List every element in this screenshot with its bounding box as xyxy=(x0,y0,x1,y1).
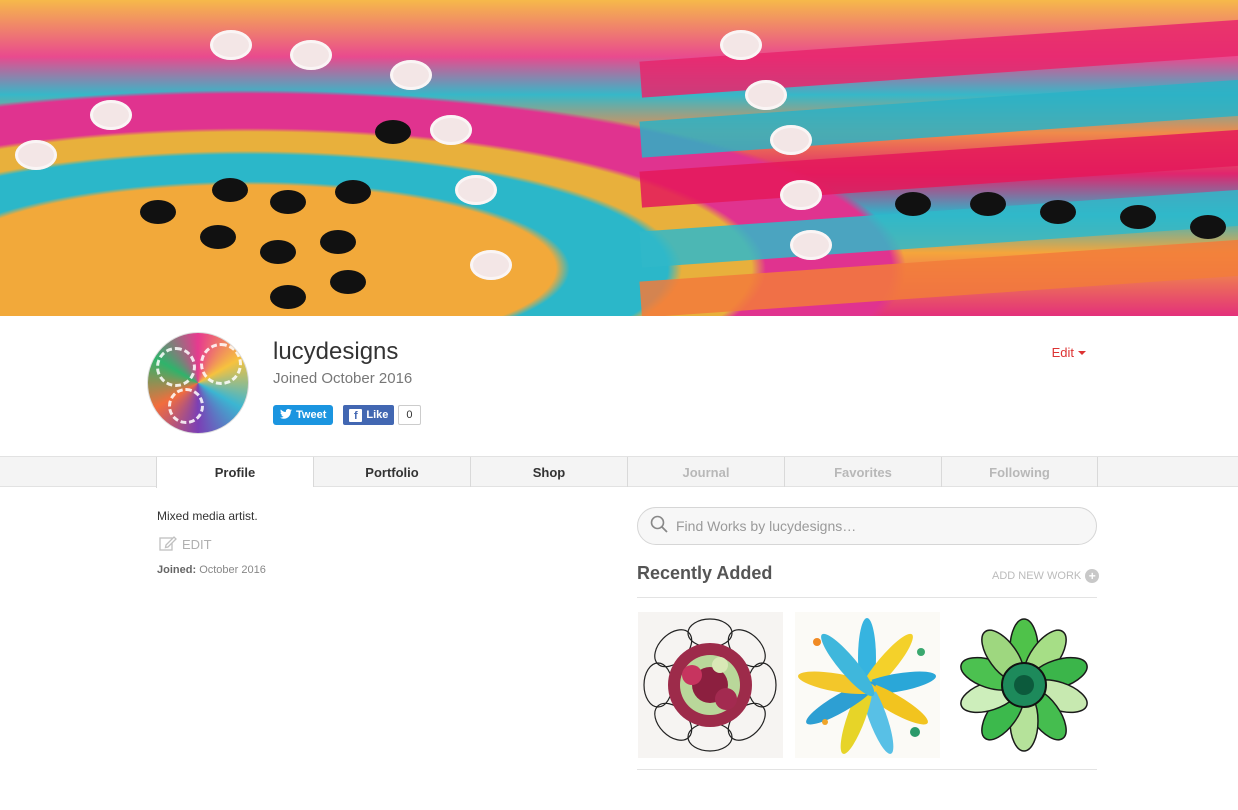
add-new-work-label: ADD NEW WORK xyxy=(992,570,1082,582)
banner-dot xyxy=(455,175,497,205)
avatar-pattern xyxy=(200,343,242,385)
banner-dot xyxy=(15,140,57,170)
plus-circle-icon: + xyxy=(1085,569,1100,583)
edit-bio-label: EDIT xyxy=(182,537,212,552)
recently-added-heading: Recently Added xyxy=(637,563,773,583)
cover-banner xyxy=(0,0,1238,316)
edit-dropdown[interactable]: Edit xyxy=(1052,345,1086,360)
banner-dot xyxy=(970,192,1006,216)
banner-dot xyxy=(770,125,812,155)
tab-journal[interactable]: Journal xyxy=(627,457,784,487)
tab-portfolio[interactable]: Portfolio xyxy=(313,457,470,487)
recent-works-grid xyxy=(638,612,1097,758)
like-label: Like xyxy=(366,409,389,421)
tweet-label: Tweet xyxy=(296,409,327,421)
tab-profile[interactable]: Profile xyxy=(156,457,313,488)
like-count: 0 xyxy=(398,405,421,425)
banner-dot xyxy=(780,180,822,210)
username: lucydesigns xyxy=(273,338,399,365)
banner-dot xyxy=(320,230,356,254)
banner-dot xyxy=(140,200,176,224)
artwork-thumbnail[interactable] xyxy=(638,612,783,758)
banner-dot xyxy=(260,240,296,264)
artwork-thumbnail[interactable] xyxy=(795,612,940,758)
joined-label: Joined: xyxy=(157,564,197,576)
search-icon xyxy=(650,515,668,538)
section-divider xyxy=(637,769,1097,770)
bio-text: Mixed media artist. xyxy=(157,509,258,523)
edit-label: Edit xyxy=(1051,345,1074,360)
share-buttons: Tweet f Like 0 xyxy=(273,405,421,425)
banner-dot xyxy=(330,270,366,294)
banner-dot xyxy=(90,100,132,130)
banner-dot xyxy=(200,225,236,249)
profile-tabs-bar: Profile Portfolio Shop Journal Favorites… xyxy=(0,456,1238,488)
banner-dot xyxy=(470,250,512,280)
profile-tabs: Profile Portfolio Shop Journal Favorites… xyxy=(156,457,1098,488)
profile-header: lucydesigns Joined October 2016 Tweet f … xyxy=(147,332,1091,442)
banner-dot xyxy=(270,190,306,214)
caret-down-icon xyxy=(1078,350,1086,355)
works-search-box xyxy=(637,507,1097,545)
joined-value: October 2016 xyxy=(199,564,266,576)
banner-dot xyxy=(390,60,432,90)
facebook-like-button[interactable]: f Like xyxy=(343,405,395,425)
banner-dot xyxy=(790,230,832,260)
banner-dot xyxy=(1190,215,1226,239)
facebook-like-widget: f Like 0 xyxy=(343,405,421,425)
banner-dot xyxy=(430,115,472,145)
edit-bio-link[interactable]: EDIT xyxy=(159,535,212,554)
banner-dot xyxy=(745,80,787,110)
avatar-pattern xyxy=(168,388,204,424)
pencil-edit-icon xyxy=(159,535,177,554)
avatar[interactable] xyxy=(147,332,249,434)
tab-following[interactable]: Following xyxy=(941,457,1098,487)
artwork-thumbnail[interactable] xyxy=(952,612,1097,758)
facebook-f-icon: f xyxy=(349,408,363,422)
banner-dot xyxy=(290,40,332,70)
banner-dot xyxy=(1120,205,1156,229)
banner-dot xyxy=(270,285,306,309)
add-new-work-link[interactable]: ADD NEW WORK + xyxy=(992,569,1100,583)
avatar-pattern xyxy=(156,347,196,387)
banner-dot xyxy=(720,30,762,60)
banner-dot xyxy=(1040,200,1076,224)
banner-dot xyxy=(335,180,371,204)
banner-dot xyxy=(895,192,931,216)
tweet-button[interactable]: Tweet xyxy=(273,405,334,425)
twitter-bird-icon xyxy=(280,408,292,422)
banner-dot xyxy=(212,178,248,202)
works-search-input[interactable] xyxy=(676,518,1076,534)
joined-info: Joined: October 2016 xyxy=(157,564,266,576)
banner-dot xyxy=(210,30,252,60)
tab-favorites[interactable]: Favorites xyxy=(784,457,941,487)
section-divider xyxy=(637,597,1097,598)
tab-shop[interactable]: Shop xyxy=(470,457,627,487)
joined-date: Joined October 2016 xyxy=(273,370,413,387)
banner-dot xyxy=(375,120,411,144)
